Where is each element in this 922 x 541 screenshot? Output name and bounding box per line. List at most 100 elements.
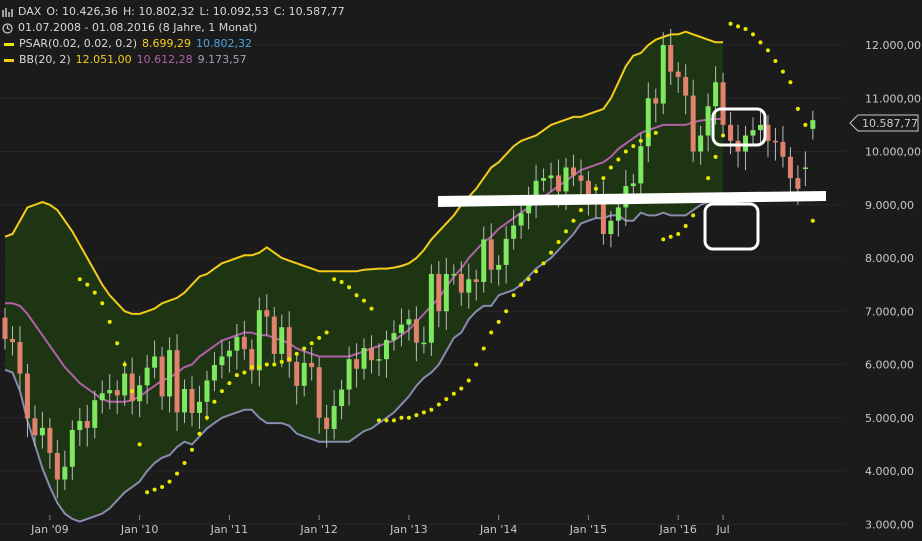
legend-panel: DAX O: 10.426,36 H: 10.802,32 L: 10.092,…	[2, 4, 350, 68]
candle-up	[511, 225, 517, 239]
candle-down	[795, 178, 801, 189]
psar-dot	[347, 285, 352, 290]
psar-dot	[795, 106, 800, 111]
candle-down	[294, 361, 300, 386]
psar-dot	[317, 335, 322, 340]
candle-up	[279, 327, 285, 354]
candle-down	[436, 273, 442, 312]
symbol-label: DAX	[18, 5, 42, 18]
psar-row[interactable]: PSAR(0.02, 0.02, 0.2) 8.699,29 10.802,32	[2, 36, 350, 52]
psar-dot	[519, 282, 524, 287]
psar-dot	[623, 149, 628, 154]
candle-down	[787, 156, 793, 179]
bb-row[interactable]: BB(20, 2) 12.051,00 10.612,28 9.173,57	[2, 52, 350, 68]
psar-dot	[100, 301, 105, 306]
psar-dot	[496, 319, 501, 324]
candle-down	[159, 356, 165, 397]
candle-down	[271, 316, 277, 354]
x-tick-label: Jan '11	[210, 523, 248, 536]
bb-label: BB(20, 2)	[19, 53, 71, 66]
psar-dot	[556, 240, 561, 245]
candle-up	[802, 167, 808, 169]
candle-down	[114, 390, 120, 396]
psar-dot	[601, 176, 606, 181]
candle-up	[398, 324, 404, 334]
psar-dot	[661, 237, 666, 242]
candle-up	[339, 389, 345, 407]
candle-up	[563, 167, 569, 192]
candle-up	[219, 356, 225, 366]
psar-dot	[197, 431, 202, 436]
candle-down	[316, 367, 322, 418]
y-tick-label: 5.000,00	[865, 412, 914, 425]
x-axis: Jan '09 Jan '10 Jan '11 Jan '12 Jan '13 Jan '…	[30, 515, 730, 536]
ohlc-row: DAX O: 10.426,36 H: 10.802,32 L: 10.092,…	[2, 4, 350, 20]
psar-dot	[354, 293, 359, 298]
x-tick-label: Jan '14	[479, 523, 517, 536]
y-tick-label: 6.000,00	[865, 359, 914, 372]
psar-dot	[242, 370, 247, 375]
candle-down	[32, 418, 38, 436]
psar-dot	[384, 418, 389, 423]
psar-dot	[287, 357, 292, 362]
psar-dot	[145, 490, 150, 495]
candle-down	[690, 95, 696, 152]
psar-dot	[219, 389, 224, 394]
psar-dot	[182, 461, 187, 466]
x-tick-label: Jan '10	[120, 523, 158, 536]
candle-up	[234, 336, 240, 351]
candle-up	[660, 45, 666, 104]
psar-dot	[160, 484, 165, 489]
candle-down	[24, 373, 30, 419]
psar-dot	[444, 397, 449, 402]
psar-dot	[571, 218, 576, 223]
psar-dot	[85, 282, 90, 287]
candle-up	[331, 406, 337, 429]
psar-dot	[324, 330, 329, 335]
psar-dot	[362, 298, 367, 303]
candle-up	[256, 310, 262, 371]
candle-up	[645, 98, 651, 147]
candle-down	[780, 141, 786, 157]
candle-up	[548, 175, 554, 179]
psar-dot	[593, 186, 598, 191]
psar-dot	[92, 290, 97, 295]
candle-up	[638, 146, 644, 184]
psar-dot	[668, 234, 673, 239]
psar-swatch	[4, 42, 14, 46]
chart-type-icon[interactable]	[2, 7, 13, 18]
candle-down	[458, 273, 464, 293]
psar-dot	[332, 277, 337, 282]
psar-dot	[377, 418, 381, 423]
last-price-label: 10.587,77	[862, 117, 918, 130]
candle-up	[615, 207, 621, 221]
candle-down	[129, 373, 135, 402]
psar-dot	[481, 346, 486, 351]
low-value: L: 10.092,53	[199, 5, 269, 18]
psar-dot	[466, 378, 471, 383]
candle-up	[451, 273, 457, 276]
psar-value-1: 8.699,29	[142, 37, 192, 50]
candle-up	[211, 365, 217, 381]
candle-up	[376, 359, 382, 361]
candle-down	[189, 388, 195, 413]
psar-dot	[302, 346, 307, 351]
x-tick-label: Jan '09	[30, 523, 68, 536]
candle-up	[92, 400, 98, 428]
candle-up	[301, 362, 307, 386]
candle-up	[383, 340, 389, 360]
psar-dot	[406, 415, 411, 420]
candle-up	[62, 466, 68, 480]
candle-up	[698, 135, 704, 152]
psar-dot	[190, 447, 194, 452]
candle-down	[47, 427, 53, 453]
candle-up	[496, 264, 502, 270]
last-price-marker: 10.587,77	[849, 114, 919, 132]
candle-down	[54, 452, 60, 480]
open-value: O: 10.426,36	[46, 5, 118, 18]
psar-dot	[564, 229, 568, 234]
psar-dot	[646, 133, 651, 138]
psar-dot	[391, 418, 396, 423]
price-chart[interactable]: 3.000,00 4.000,00 5.000,00 6.000,00 7.000,00…	[0, 0, 922, 541]
candle-down	[309, 362, 315, 368]
